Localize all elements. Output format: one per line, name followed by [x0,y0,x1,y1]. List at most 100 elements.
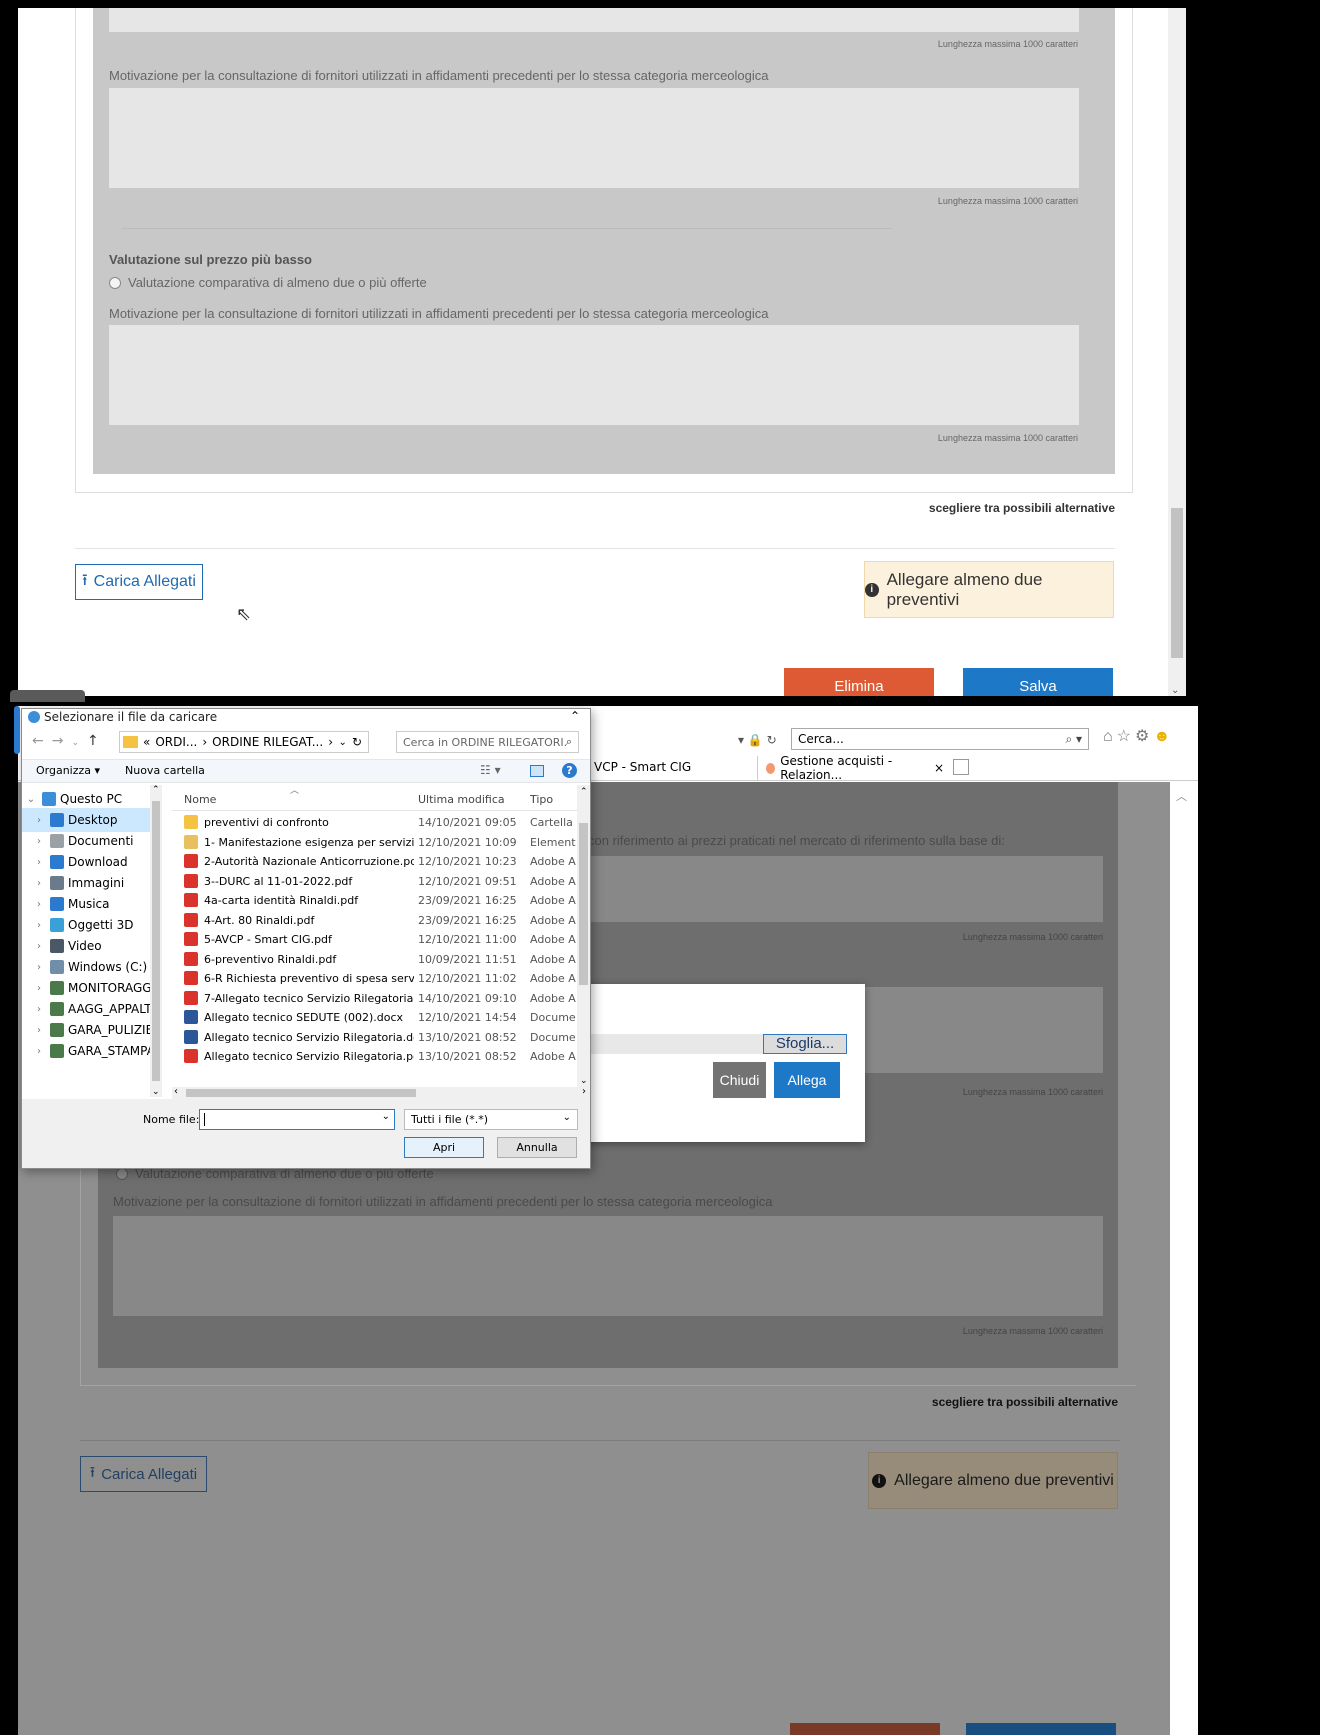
chevron-down-icon[interactable]: ⌄ [71,738,87,748]
scroll-up-icon[interactable]: ⌃ [152,785,160,795]
column-type[interactable]: Tipo [530,793,553,806]
breadcrumb-item[interactable]: ORDI... [155,735,197,749]
chevron-down-icon[interactable]: ⌄ [382,1111,390,1122]
browser-tab-active[interactable]: Gestione acquisti - Relazion... × [760,754,950,782]
file-row[interactable]: preventivi di confronto 14/10/2021 09:05 C… [172,813,577,832]
file-row[interactable]: 5-AVCP - Smart CIG.pdf 12/10/2021 11:00 Ad… [172,930,577,949]
file-row[interactable]: Allegato tecnico Servizio Rilegatoria.pd… [172,1047,577,1066]
file-row[interactable]: 6-preventivo Rinaldi.pdf 10/09/2021 11:51… [172,950,577,969]
file-row[interactable]: 1- Manifestazione esigenza per servizio … [172,833,577,852]
refresh-icon[interactable]: ↻ [352,735,362,749]
home-icon[interactable]: ⌂ [1103,728,1117,745]
upload-button-label: Carica Allegati [93,573,196,590]
breadcrumb[interactable]: « ORDI... › ORDINE RILEGAT... › ⌄ ↻ [119,731,369,753]
nav-pane-scrollbar[interactable]: ⌃ ⌄ [150,785,162,1097]
pdf-icon [184,1049,198,1063]
scroll-right-icon[interactable]: › [582,1086,586,1097]
page-scrollbar[interactable]: ⌄ [1168,8,1186,696]
motivazione-textarea[interactable] [109,88,1079,188]
browser-search-box[interactable]: Cerca... ⌕ ▾ [791,728,1089,750]
scroll-down-icon[interactable]: ⌄ [580,1076,588,1086]
browser-tab[interactable]: VCP - Smart CIG [588,756,758,780]
address-bar-controls[interactable]: ▾ 🔒 ↻ [738,733,777,747]
attach-button[interactable]: Allega [774,1062,840,1098]
delete-button[interactable]: Elimina [784,668,934,696]
star-icon[interactable]: ☆ [1117,728,1135,745]
scrollbar-thumb[interactable] [1171,508,1183,658]
browse-button[interactable]: Sfoglia... [763,1034,847,1054]
cancel-button[interactable]: Annulla [497,1137,577,1158]
close-button[interactable]: Chiudi [713,1062,766,1098]
folder-search-input[interactable]: Cerca in ORDINE RILEGATORI... ⌕ [396,731,579,753]
smiley-icon[interactable]: ☻ [1153,728,1174,745]
view-options-icon[interactable]: ☷ ▾ [480,763,501,777]
scroll-up-icon[interactable]: ︿ [1176,788,1187,804]
chevron-right-icon[interactable]: › [32,815,46,826]
scroll-left-icon[interactable]: ‹ [174,1086,178,1097]
file-row[interactable]: Allegato tecnico Servizio Rilegatoria.do… [172,1028,577,1047]
file-row[interactable]: Allegato tecnico SEDUTE (002).docx 12/10/… [172,1008,577,1027]
page-scrollbar[interactable]: ︿ [1170,782,1198,1735]
chevron-right-icon[interactable]: › [32,1046,46,1057]
chevron-right-icon[interactable]: › [32,983,46,994]
chevron-right-icon[interactable]: › [32,878,46,889]
chevron-right-icon[interactable]: › [32,857,46,868]
chevron-right-icon[interactable]: › [32,899,46,910]
file-row[interactable]: 4-Art. 80 Rinaldi.pdf 23/09/2021 16:25 Ado… [172,911,577,930]
textarea-top-partial[interactable] [109,8,1079,32]
radio-option[interactable]: Valutazione comparativa di almeno due o … [109,275,427,290]
file-type-filter[interactable]: Tutti i file (*.*) ⌄ [404,1109,578,1130]
close-dialog-icon[interactable]: ⌃ [570,709,580,723]
scroll-down-icon[interactable]: ⌄ [1171,685,1179,696]
file-row[interactable]: 4a-carta identità Rinaldi.pdf 23/09/2021 … [172,891,577,910]
radio-button[interactable] [109,276,121,289]
criteria-text: con riferimento ai prezzi praticati nel … [588,833,1005,848]
new-folder-button[interactable]: Nuova cartella [125,764,205,777]
help-icon[interactable]: ? [562,763,577,778]
chevron-right-icon[interactable]: › [32,836,46,847]
save-button[interactable]: Salva [963,668,1113,696]
filename-input[interactable]: ⌄ [199,1109,395,1130]
file-row[interactable]: 2-Autorità Nazionale Anticorruzione.pdf 1… [172,852,577,871]
sidebar-item-label: MONITORAGGIC [68,981,162,995]
upload-attachments-button[interactable]: ⭱ Carica Allegati [75,564,203,600]
preview-pane-icon[interactable] [530,765,544,777]
motivazione-textarea[interactable] [109,325,1079,425]
sidebar-item-label: Documenti [68,834,134,848]
forward-icon[interactable]: → [52,733,72,749]
warning-box: i Allegare almeno due preventivi [868,1452,1118,1509]
chevron-right-icon[interactable]: › [32,1025,46,1036]
gear-icon[interactable]: ⚙ [1135,728,1153,745]
file-list-vscrollbar[interactable]: ⌃ ⌄ [577,785,590,1087]
file-row[interactable]: 6-R Richiesta preventivo di spesa serv. … [172,969,577,988]
file-scrollbar-thumb[interactable] [579,823,588,985]
column-name[interactable]: Nome [184,793,216,806]
file-row[interactable]: 7-Allegato tecnico Servizio Rilegatoria-… [172,989,577,1008]
chevron-right-icon[interactable]: › [32,962,46,973]
chevron-right-icon[interactable]: › [32,1004,46,1015]
chevron-right-icon[interactable]: › [32,920,46,931]
open-button[interactable]: Apri [404,1137,484,1158]
scroll-down-icon[interactable]: ⌄ [152,1087,160,1097]
back-icon[interactable]: ← [32,733,52,749]
file-name: Allegato tecnico SEDUTE (002).docx [204,1011,404,1024]
sidebar-item-label: Immagini [68,876,125,890]
alternatives-note: scegliere tra possibili alternative [931,1395,1118,1409]
sidebar-item[interactable]: › GARA_STAMPAT [22,1039,162,1063]
chevron-down-icon[interactable]: ⌄ [24,794,38,805]
up-icon[interactable]: ↑ [87,733,107,749]
command-bar: Organizza ▾ Nuova cartella ☷ ▾ ? [22,759,590,783]
column-modified[interactable]: Ultima modifica [418,793,505,806]
dialog-title-bar[interactable]: Selezionare il file da caricare ⌃ [22,709,590,727]
chevron-right-icon[interactable]: › [32,941,46,952]
organize-menu[interactable]: Organizza ▾ [36,764,100,777]
new-tab-icon[interactable] [953,759,969,775]
nav-scrollbar-thumb[interactable] [152,801,160,1081]
file-row[interactable]: 3--DURC al 11-01-2022.pdf 12/10/2021 09:5… [172,872,577,891]
breadcrumb-item[interactable]: ORDINE RILEGAT... [212,735,323,749]
chevron-down-icon[interactable]: ⌄ [339,737,347,748]
hscroll-thumb[interactable] [186,1089,416,1097]
scroll-up-icon[interactable]: ⌃ [580,787,588,797]
close-tab-icon[interactable]: × [934,761,944,775]
file-list-hscrollbar[interactable]: ‹ › [172,1086,590,1099]
